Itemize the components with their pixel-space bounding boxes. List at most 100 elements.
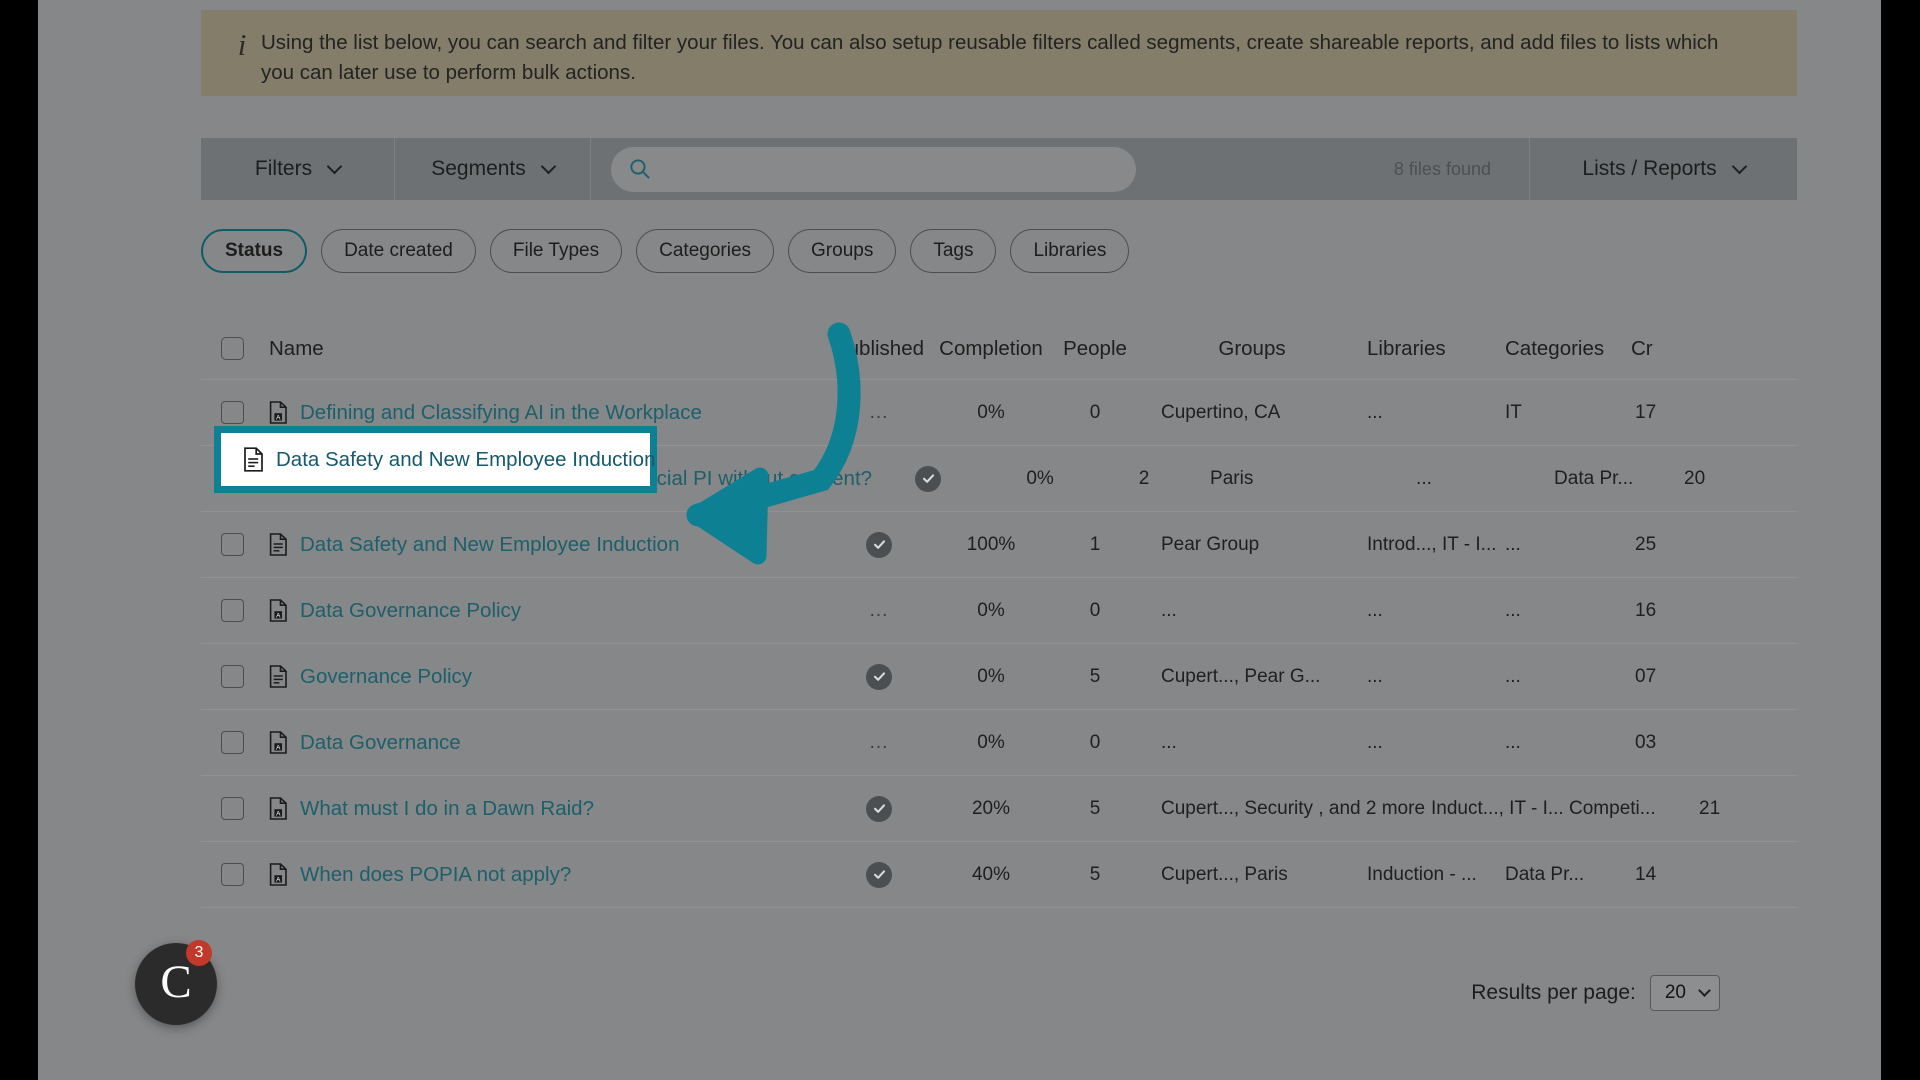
groups-cell: Pear Group (1161, 533, 1260, 555)
table-row[interactable]: A Data Governance Policy... 0% 0......... 16 (201, 578, 1797, 644)
segments-label: Segments (431, 157, 526, 180)
row-checkbox[interactable] (201, 731, 263, 754)
highlighted-file-name: Data Safety and New Employee Induction (276, 447, 656, 471)
file-name-link[interactable]: Data Safety and New Employee Induction (300, 533, 679, 557)
libraries-cell: ... (1367, 401, 1383, 423)
created-cell: 16 (1635, 599, 1657, 621)
categories-cell: ... (1505, 533, 1521, 555)
published-cell (823, 795, 935, 822)
groups-cell: Cupert..., Paris (1161, 863, 1288, 885)
file-name-cell[interactable]: Governance Policy (263, 665, 823, 689)
libraries-cell: ... (1367, 599, 1383, 621)
row-checkbox[interactable] (201, 401, 263, 424)
file-name-cell[interactable]: A Data Governance Policy (263, 599, 823, 623)
table-row[interactable]: A What must I do in a Dawn Raid? 20% 5 Cuper… (201, 776, 1797, 842)
people-cell: 5 (1089, 797, 1101, 819)
published-check-icon (866, 531, 892, 558)
search-input[interactable] (663, 158, 1113, 180)
table-row[interactable]: A When does POPIA not apply? 40% 5 Cupert...… (201, 842, 1797, 908)
table-row[interactable]: Governance Policy 0% 5 Cupert..., Pear G...… (201, 644, 1797, 710)
pdf-file-icon: A (269, 797, 288, 820)
file-name-link[interactable]: Data Governance Policy (300, 599, 521, 623)
categories-cell: ... (1505, 599, 1521, 621)
lists-reports-label: Lists / Reports (1582, 157, 1717, 180)
column-header-published[interactable]: Published (823, 337, 935, 361)
table-header-row: Name Published Completion People Groups … (201, 318, 1797, 380)
column-header-groups[interactable]: Groups (1143, 337, 1361, 361)
libraries-cell: Introd..., IT - I... (1367, 533, 1497, 555)
svg-text:A: A (276, 810, 281, 817)
row-checkbox[interactable] (201, 533, 263, 556)
groups-cell: ... (1161, 599, 1177, 621)
people-cell: 5 (1089, 863, 1101, 885)
checkbox-icon (220, 599, 244, 622)
chat-logo-icon: C (160, 956, 192, 1008)
document-file-icon (269, 665, 288, 688)
column-header-libraries[interactable]: Libraries (1361, 337, 1501, 361)
file-name-cell[interactable]: Data Safety and New Employee Induction (263, 533, 823, 557)
checkbox-icon (220, 731, 244, 754)
completion-cell: 0% (977, 599, 1005, 621)
svg-text:A: A (276, 414, 281, 421)
published-cell (823, 663, 935, 690)
published-cell (823, 531, 935, 558)
lists-reports-dropdown[interactable]: Lists / Reports (1529, 138, 1797, 200)
published-check-icon (866, 663, 892, 690)
filters-dropdown[interactable]: Filters (201, 138, 395, 200)
groups-cell: Cupertino, CA (1161, 401, 1281, 423)
filter-chip-status[interactable]: Status (201, 229, 308, 273)
categories-cell: Data Pr... (1554, 467, 1634, 489)
files-table: Name Published Completion People Groups … (201, 318, 1797, 908)
filter-chip-file-types[interactable]: File Types (489, 229, 623, 273)
file-name-link[interactable]: When does POPIA not apply? (300, 863, 571, 887)
filter-chip-date-created[interactable]: Date created (321, 229, 476, 273)
chevron-down-icon (540, 158, 557, 174)
categories-cell: Data Pr... (1505, 863, 1585, 885)
pdf-file-icon: A (269, 731, 288, 754)
filter-chip-label: Groups (811, 240, 874, 261)
column-header-created[interactable]: Cr (1629, 337, 1797, 361)
published-cell: ... (823, 732, 935, 754)
column-header-categories[interactable]: Categories (1501, 337, 1629, 361)
filter-chip-row: Status Date created File Types Categories Gr… (201, 224, 1797, 278)
filter-chip-categories[interactable]: Categories (636, 229, 775, 273)
checkbox-icon (220, 863, 244, 886)
column-header-name[interactable]: Name (263, 337, 823, 361)
row-checkbox[interactable] (201, 665, 263, 688)
file-name-cell[interactable]: A When does POPIA not apply? (263, 863, 823, 887)
file-name-cell[interactable]: A Data Governance (263, 731, 823, 755)
file-name-link[interactable]: Governance Policy (300, 665, 472, 689)
libraries-cell: ... (1367, 731, 1383, 753)
table-row[interactable]: A Data Governance... 0% 0......... 03 (201, 710, 1797, 776)
groups-cell: ... (1161, 731, 1177, 753)
libraries-cell: Induct..., IT - I... (1431, 797, 1564, 819)
file-name-link[interactable]: Defining and Classifying AI in the Workp… (300, 401, 702, 425)
created-cell: 17 (1635, 401, 1657, 423)
filter-chip-groups[interactable]: Groups (788, 229, 897, 273)
row-checkbox[interactable] (201, 599, 263, 622)
filter-chip-libraries[interactable]: Libraries (1010, 229, 1130, 273)
created-cell: 03 (1635, 731, 1657, 753)
column-header-completion[interactable]: Completion (935, 337, 1047, 361)
highlighted-file-row[interactable]: Data Safety and New Employee Induction (214, 426, 657, 493)
file-name-cell[interactable]: A Defining and Classifying AI in the Work… (263, 401, 823, 425)
row-checkbox[interactable] (201, 863, 263, 886)
people-cell: 2 (1138, 467, 1150, 489)
filter-chip-tags[interactable]: Tags (910, 229, 997, 273)
filter-chip-label: File Types (512, 240, 600, 261)
segments-dropdown[interactable]: Segments (395, 138, 591, 200)
table-row[interactable]: Data Safety and New Employee Induction 10… (201, 512, 1797, 578)
svg-text:A: A (276, 744, 281, 751)
column-header-people[interactable]: People (1047, 337, 1143, 361)
row-checkbox[interactable] (201, 797, 263, 820)
search-box[interactable] (611, 146, 1136, 192)
select-all-checkbox[interactable] (201, 337, 263, 360)
file-name-link[interactable]: What must I do in a Dawn Raid? (300, 797, 594, 821)
results-per-page-select[interactable]: 20 (1649, 975, 1720, 1011)
checkbox-icon (220, 401, 244, 424)
libraries-cell: ... (1416, 467, 1432, 489)
file-name-link[interactable]: Data Governance (300, 731, 461, 755)
published-check-icon (866, 795, 892, 822)
results-per-page-value: 20 (1664, 982, 1686, 1003)
file-name-cell[interactable]: A What must I do in a Dawn Raid? (263, 797, 823, 821)
